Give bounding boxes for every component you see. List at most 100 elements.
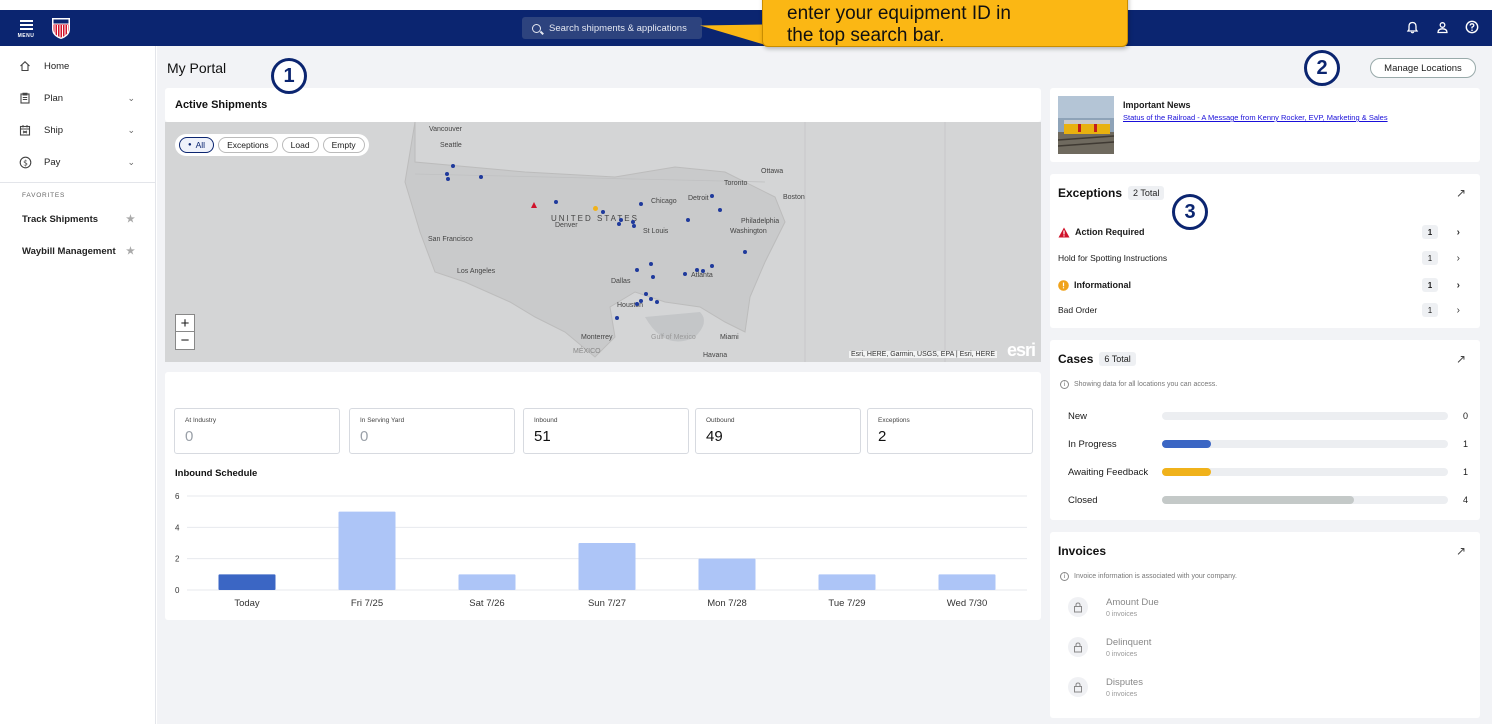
- stat-in-serving-yard[interactable]: In Serving Yard 0: [349, 408, 515, 454]
- sidebar-item-pay[interactable]: $ Pay ⌄: [0, 146, 155, 178]
- shipments-map[interactable]: Vancouver Seattle Ottawa Toronto Boston …: [165, 122, 1041, 362]
- shipment-point[interactable]: [446, 177, 450, 181]
- exception-count: 1: [1422, 303, 1438, 317]
- shipment-point[interactable]: [686, 218, 690, 222]
- menu-button[interactable]: MENU: [12, 14, 40, 42]
- search-bar[interactable]: Search shipments & applications: [522, 17, 702, 39]
- cases-title: Cases: [1058, 352, 1094, 366]
- case-row[interactable]: New 0: [1068, 408, 1468, 424]
- shipment-point[interactable]: [479, 175, 483, 179]
- sidebar-item-label: Pay: [44, 156, 61, 168]
- case-progress-track: [1162, 468, 1448, 476]
- user-icon[interactable]: [1434, 19, 1450, 35]
- star-icon[interactable]: ★: [126, 246, 135, 257]
- shipment-point[interactable]: [718, 208, 722, 212]
- shipment-point[interactable]: [445, 172, 449, 176]
- stat-at-industry[interactable]: At Industry 0: [174, 408, 340, 454]
- map-label: Houston: [617, 302, 644, 309]
- chart-bar[interactable]: [338, 511, 396, 590]
- news-train-image: [1058, 96, 1114, 154]
- stat-outbound[interactable]: Outbound 49: [695, 408, 861, 454]
- invoice-label: Delinquent: [1106, 636, 1152, 648]
- sidebar-item-plan[interactable]: Plan ⌄: [0, 82, 155, 114]
- shipment-point[interactable]: [651, 275, 655, 279]
- chart-bar[interactable]: [698, 558, 756, 590]
- exception-row-action-required[interactable]: Action Required 1 ›: [1058, 222, 1468, 242]
- stat-value: 2: [878, 428, 887, 445]
- stat-exceptions[interactable]: Exceptions 2: [867, 408, 1033, 454]
- stat-inbound[interactable]: Inbound 51: [523, 408, 689, 454]
- exception-point-icon[interactable]: [531, 202, 537, 208]
- shipment-point[interactable]: [632, 224, 636, 228]
- favorite-track-shipments[interactable]: Track Shipments ★: [0, 203, 155, 235]
- shipment-point[interactable]: [639, 202, 643, 206]
- chart-bar[interactable]: [578, 543, 636, 590]
- shipment-point[interactable]: [710, 264, 714, 268]
- expand-arrow-icon[interactable]: ↗: [1456, 544, 1466, 558]
- map-label: Atlanta: [691, 272, 713, 279]
- help-icon[interactable]: [1464, 19, 1480, 35]
- union-pacific-shield-logo[interactable]: [50, 16, 72, 40]
- filter-chip-exceptions[interactable]: Exceptions: [218, 137, 278, 153]
- favorite-label: Track Shipments: [22, 213, 99, 225]
- shipment-point-awaiting[interactable]: [593, 206, 598, 211]
- shipment-point[interactable]: [554, 200, 558, 204]
- shipment-point[interactable]: [617, 222, 621, 226]
- filter-chip-all[interactable]: ● All: [179, 137, 215, 153]
- cases-header: Cases 6 Total: [1058, 352, 1136, 366]
- exception-row-bad-order[interactable]: Bad Order 1 ›: [1058, 300, 1468, 320]
- case-row[interactable]: Closed 4: [1068, 492, 1468, 508]
- map-label: Monterrey: [581, 334, 613, 341]
- shipment-point[interactable]: [451, 164, 455, 168]
- shipment-point[interactable]: [601, 210, 605, 214]
- shipment-point[interactable]: [701, 269, 705, 273]
- case-row[interactable]: In Progress 1: [1068, 436, 1468, 452]
- shipment-point[interactable]: [695, 268, 699, 272]
- sidebar-item-ship[interactable]: Ship ⌄: [0, 114, 155, 146]
- search-icon: [532, 23, 541, 33]
- invoice-label: Amount Due: [1106, 596, 1159, 608]
- shipment-point[interactable]: [649, 297, 653, 301]
- invoice-row-disputes[interactable]: Disputes 0 invoices: [1068, 670, 1143, 704]
- shipment-point[interactable]: [655, 300, 659, 304]
- shipment-point[interactable]: [649, 262, 653, 266]
- filter-chip-load[interactable]: Load: [281, 137, 319, 153]
- exception-row-hold-for-spotting[interactable]: Hold for Spotting Instructions 1 ›: [1058, 248, 1468, 268]
- case-count: 1: [1462, 467, 1468, 477]
- stat-value: 0: [360, 428, 369, 445]
- chart-bar[interactable]: [818, 574, 876, 590]
- chart-bar[interactable]: [218, 574, 276, 590]
- news-link[interactable]: Status of the Railroad - A Message from …: [1123, 113, 1388, 122]
- shipment-point[interactable]: [710, 194, 714, 198]
- exception-row-informational[interactable]: Informational 1 ›: [1058, 275, 1468, 295]
- shipment-point[interactable]: [644, 292, 648, 296]
- clipboard-icon: [18, 91, 32, 105]
- filter-chip-empty[interactable]: Empty: [322, 137, 365, 153]
- shipment-point[interactable]: [635, 302, 639, 306]
- chevron-right-icon: ›: [1456, 226, 1460, 238]
- manage-locations-button[interactable]: Manage Locations: [1370, 58, 1476, 78]
- expand-arrow-icon[interactable]: ↗: [1456, 352, 1466, 366]
- shipment-point[interactable]: [639, 299, 643, 303]
- invoice-row-delinquent[interactable]: Delinquent 0 invoices: [1068, 630, 1151, 664]
- case-row[interactable]: Awaiting Feedback 1: [1068, 464, 1468, 480]
- cases-note: i Showing data for all locations you can…: [1060, 380, 1217, 389]
- chart-bar[interactable]: [458, 574, 516, 590]
- case-label: Closed: [1068, 494, 1098, 506]
- chart-bar[interactable]: [938, 574, 996, 590]
- stat-label: At Industry: [185, 417, 217, 424]
- star-icon[interactable]: ★: [126, 214, 135, 225]
- zoom-out-button[interactable]: −: [176, 332, 194, 349]
- page-title: My Portal: [167, 60, 227, 76]
- bell-icon[interactable]: [1404, 19, 1420, 35]
- shipment-point[interactable]: [635, 268, 639, 272]
- invoice-row-amount-due[interactable]: Amount Due 0 invoices: [1068, 590, 1159, 624]
- shipment-point[interactable]: [615, 316, 619, 320]
- zoom-in-button[interactable]: +: [176, 315, 194, 332]
- favorite-waybill-management[interactable]: Waybill Management ★: [0, 235, 155, 267]
- chevron-down-icon: ⌄: [127, 92, 135, 103]
- shipment-point[interactable]: [683, 272, 687, 276]
- sidebar-item-home[interactable]: Home: [0, 50, 155, 82]
- shipment-point[interactable]: [743, 250, 747, 254]
- expand-arrow-icon[interactable]: ↗: [1456, 186, 1466, 200]
